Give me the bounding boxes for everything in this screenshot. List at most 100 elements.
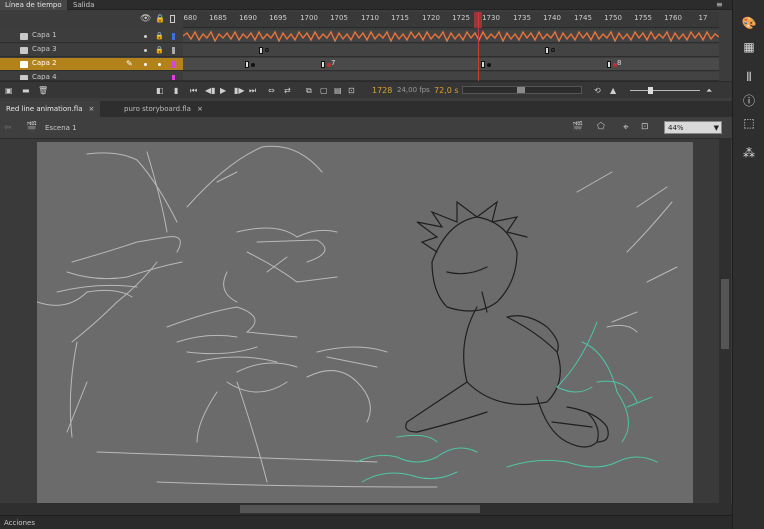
hscroll-thumb[interactable] [240, 505, 480, 513]
lock-dot[interactable] [158, 63, 161, 66]
transform-icon[interactable]: ⬚ [741, 116, 757, 130]
time-field[interactable]: 72,0 s [434, 86, 459, 95]
keyframe[interactable] [259, 47, 263, 54]
current-frame-field[interactable]: 1728 [372, 86, 392, 95]
close-icon[interactable]: × [89, 105, 95, 113]
new-folder-icon[interactable]: ▬ [22, 86, 30, 95]
onion-outline-icon[interactable]: ▢ [320, 86, 328, 95]
panel-tab-bar [0, 0, 732, 10]
empty-keyframe[interactable] [265, 48, 269, 52]
timeline-hscroll[interactable] [462, 86, 582, 94]
ruler-tick: 1685 [209, 14, 227, 22]
trash-icon[interactable]: 🗑 [38, 86, 48, 95]
align-icon[interactable]: ⫴ [741, 70, 757, 84]
frames-capa-1[interactable] [183, 30, 719, 43]
fps-field[interactable]: 24,00 fps [397, 86, 430, 94]
step-back-icon[interactable]: ◀▮ [205, 86, 216, 95]
loop-edge-icon[interactable]: ◧ [156, 86, 164, 95]
zoom-select[interactable]: 44% ▼ [664, 121, 722, 134]
keyframe[interactable] [607, 61, 611, 68]
ruler-tick: 1680 [183, 14, 197, 22]
frame-ruler[interactable]: 1680 1685 1690 1695 1700 1705 1710 1715 … [183, 12, 719, 28]
layer-name: Capa 4 [32, 73, 57, 81]
frame-label: 7 [331, 59, 336, 67]
refresh-icon[interactable]: ⟲ [594, 86, 601, 95]
color-icon[interactable]: ⁂ [741, 146, 757, 160]
bottom-panel-bar: Acciones [0, 515, 732, 529]
keyframe[interactable] [545, 47, 549, 54]
right-icon-dock: 🎨 ▦ ⫴ ⓘ ⬚ ⁂ [732, 0, 764, 529]
visibility-dot[interactable] [144, 35, 147, 38]
lock-icon[interactable]: 🔒 [155, 46, 164, 54]
onion-skin-icon[interactable]: ⧉ [306, 86, 312, 96]
layer-row-capa-3[interactable]: Capa 3 🔒 [0, 44, 183, 57]
frame-size-slider-thumb[interactable] [648, 87, 653, 94]
layer-name: Capa 3 [32, 45, 57, 53]
doc-tab-storyboard[interactable]: puro storyboard.fla × [118, 101, 209, 117]
edit-scene-icon[interactable]: 🎬 [572, 122, 583, 132]
frame-size-slider[interactable] [630, 87, 700, 94]
new-layer-icon[interactable]: ▣ [5, 86, 13, 95]
keyframe-dot [251, 63, 255, 67]
play-icon[interactable]: ▶ [220, 86, 226, 95]
frames-capa-2[interactable]: 7 8 [183, 58, 719, 71]
frames-capa-4[interactable] [183, 72, 719, 81]
stage-canvas[interactable] [37, 142, 693, 503]
layer-color-swatch[interactable] [172, 33, 175, 40]
ruler-tick: 1720 [422, 14, 440, 22]
visibility-dot[interactable] [144, 49, 147, 52]
zoom-out-icon[interactable]: ▲ [610, 86, 616, 95]
visibility-eye-icon[interactable]: 👁 [140, 14, 151, 24]
doc-tab-red-line[interactable]: Red line animation.fla × [0, 101, 101, 117]
layer-color-swatch[interactable] [172, 47, 175, 54]
tab-actions[interactable]: Acciones [4, 519, 35, 527]
palette-icon[interactable]: 🎨 [741, 16, 757, 30]
swatches-icon[interactable]: ▦ [741, 40, 757, 54]
sketch-drawing [37, 145, 678, 488]
back-arrow-icon[interactable]: ⇦ [4, 123, 12, 133]
keyframe[interactable] [481, 61, 485, 68]
lock-icon[interactable]: 🔒 [155, 14, 165, 23]
timeline-hscroll-thumb[interactable] [517, 87, 525, 93]
panel-menu-icon[interactable]: ≡ [716, 0, 723, 9]
layer-icon [20, 47, 28, 54]
keyframe-dot [487, 63, 491, 67]
ruler-tick: 1725 [452, 14, 470, 22]
empty-keyframe[interactable] [551, 48, 555, 52]
loop-icon[interactable]: ▮ [174, 86, 178, 95]
stage-vertical-scrollbar[interactable] [719, 139, 731, 503]
tab-timeline[interactable]: Línea de tiempo [0, 0, 67, 10]
last-frame-icon[interactable]: ⏭ [249, 86, 256, 96]
first-frame-icon[interactable]: ⏮ [190, 86, 197, 96]
timeline-controls: ▣ ▬ 🗑 ◧ ▮ ⏮ ◀▮ ▶ ▮▶ ⏭ ⇔ ⇄ ⧉ ▢ ▤ ⊡ 1728 2… [0, 81, 732, 98]
keyframe[interactable] [321, 61, 325, 68]
layer-row-capa-1[interactable]: Capa 1 🔒 [0, 30, 183, 43]
step-forward-icon[interactable]: ▮▶ [234, 86, 245, 95]
tab-output[interactable]: Salida [68, 0, 99, 10]
visibility-dot[interactable] [144, 63, 147, 66]
layer-name: Capa 1 [32, 31, 57, 39]
layer-row-capa-2[interactable]: Capa 2 ✎ [0, 58, 183, 71]
layer-color-swatch[interactable] [172, 61, 175, 68]
onion-markers-icon[interactable]: ⊡ [348, 86, 355, 95]
info-icon[interactable]: ⓘ [741, 94, 757, 108]
close-icon[interactable]: × [197, 105, 203, 113]
ruler-tick: 1730 [482, 14, 500, 22]
crosshair-icon[interactable]: ⌖ [623, 122, 629, 133]
ruler-tick: 1760 [664, 14, 682, 22]
zoom-in-icon[interactable]: ⏶ [706, 86, 712, 96]
keyframe[interactable] [245, 61, 249, 68]
zoom-value: 44% [668, 124, 684, 132]
stage-horizontal-scrollbar[interactable] [0, 503, 732, 515]
loop-playback-icon[interactable]: ⇄ [284, 86, 291, 95]
edit-multiple-icon[interactable]: ▤ [334, 86, 342, 95]
frames-capa-3[interactable] [183, 44, 719, 57]
center-frame-icon[interactable]: ⇔ [268, 86, 275, 95]
scene-name[interactable]: Escena 1 [45, 124, 77, 132]
clip-content-icon[interactable]: ⊡ [641, 122, 649, 132]
outline-icon[interactable] [170, 15, 175, 23]
layer-row-capa-4[interactable]: Capa 4 [0, 72, 183, 81]
vscroll-thumb[interactable] [721, 279, 729, 349]
lock-icon[interactable]: 🔒 [155, 32, 164, 40]
edit-symbols-icon[interactable]: ⬠ [597, 122, 605, 132]
